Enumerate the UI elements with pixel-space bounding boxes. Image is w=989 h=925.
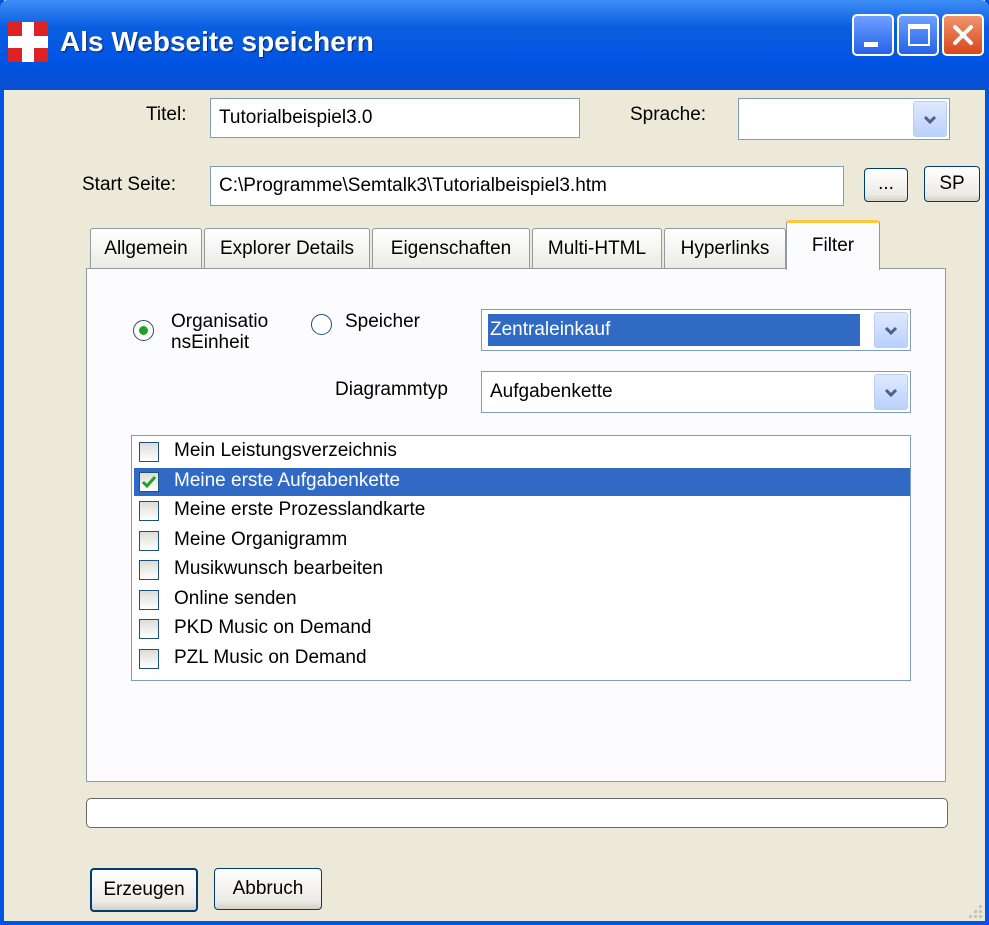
list-item-label: Meine erste Prozesslandkarte	[174, 499, 426, 520]
checkbox[interactable]	[139, 501, 159, 521]
chevron-down-icon	[884, 326, 898, 336]
diagrammtyp-label: Diagrammtyp	[335, 379, 448, 400]
checkbox[interactable]	[139, 560, 159, 580]
checkbox[interactable]	[139, 648, 159, 669]
sprache-label: Sprache:	[630, 104, 707, 125]
minimize-button[interactable]	[852, 14, 894, 56]
list-item[interactable]: PZL Music on Demand	[134, 645, 910, 673]
app-icon	[8, 22, 48, 62]
title-bar[interactable]: Als Webseite speichern	[0, 0, 989, 90]
dialog-window: Als Webseite speichern Titel: Tutorialbe…	[0, 0, 989, 925]
checkbox[interactable]	[139, 619, 159, 639]
organisationseinheit-select[interactable]: Zentraleinkauf	[481, 309, 911, 351]
list-item-label: PZL Music on Demand	[174, 646, 367, 668]
speicher-radio[interactable]	[311, 314, 332, 335]
resize-grip-icon[interactable]	[965, 901, 985, 921]
diagrammtyp-select[interactable]: Aufgabenkette	[481, 371, 911, 413]
unit-dropdown-button[interactable]	[874, 312, 908, 348]
maximize-button[interactable]	[897, 14, 939, 56]
tab-allgemein[interactable]: Allgemein	[90, 228, 202, 268]
sprache-dropdown-button[interactable]	[913, 101, 947, 137]
list-item[interactable]: Mein Leistungsverzeichnis	[134, 438, 910, 466]
list-item-label: Mein Leistungsverzeichnis	[174, 440, 397, 461]
window-title: Als Webseite speichern	[60, 26, 374, 57]
organisationseinheit-radio[interactable]	[133, 320, 154, 341]
diagrammtyp-value: Aufgabenkette	[490, 381, 613, 402]
list-item[interactable]: PKD Music on Demand	[134, 615, 910, 643]
sp-button[interactable]: SP	[924, 166, 980, 202]
tab-hyperlinks[interactable]: Hyperlinks	[664, 228, 786, 268]
checkmark-icon	[141, 475, 157, 488]
sprache-select[interactable]	[738, 98, 950, 140]
abbruch-button[interactable]: Abbruch	[214, 868, 322, 910]
start-seite-label: Start Seite:	[82, 174, 176, 195]
tab-eigenschaften[interactable]: Eigenschaften	[372, 228, 530, 268]
unit-value: Zentraleinkauf	[487, 313, 861, 347]
titel-label: Titel:	[146, 104, 187, 125]
list-item[interactable]: Musikwunsch bearbeiten	[134, 556, 910, 584]
checkbox[interactable]	[139, 442, 159, 462]
progress-bar	[86, 798, 948, 828]
list-item[interactable]: Meine erste Aufgabenkette	[134, 467, 910, 496]
list-item-label: PKD Music on Demand	[174, 617, 372, 638]
minimize-icon	[864, 42, 878, 47]
checkbox[interactable]	[139, 530, 159, 551]
organisationseinheit-label: Organisatio nsEinheit	[171, 311, 269, 353]
list-item[interactable]: Meine erste Prozesslandkarte	[134, 497, 910, 525]
tab-filter[interactable]: Filter	[786, 220, 880, 270]
list-item-label: Meine erste Aufgabenkette	[174, 469, 401, 491]
list-item-label: Online senden	[174, 587, 297, 609]
titel-input[interactable]: Tutorialbeispiel3.0	[210, 98, 580, 138]
diagrammtyp-dropdown-button[interactable]	[874, 374, 908, 410]
speicher-label: Speicher	[345, 311, 420, 332]
browse-button[interactable]: ...	[864, 168, 908, 202]
tab-explorer-details[interactable]: Explorer Details	[204, 228, 370, 268]
maximize-icon	[908, 24, 930, 46]
start-seite-input[interactable]: C:\Programme\Semtalk3\Tutorialbeispiel3.…	[210, 166, 844, 206]
chevron-down-icon	[923, 115, 937, 125]
checkbox-checked[interactable]	[139, 471, 159, 492]
checkbox[interactable]	[139, 589, 159, 610]
erzeugen-button[interactable]: Erzeugen	[90, 868, 198, 912]
tab-multi-html[interactable]: Multi-HTML	[532, 228, 662, 268]
chevron-down-icon	[884, 388, 898, 398]
close-button[interactable]	[942, 14, 984, 56]
diagram-checklist[interactable]: Mein Leistungsverzeichnis Meine erste Auf…	[131, 435, 911, 681]
list-item[interactable]: Meine Organigramm	[134, 527, 910, 555]
list-item-label: Musikwunsch bearbeiten	[174, 558, 384, 579]
list-item[interactable]: Online senden	[134, 586, 910, 614]
list-item-label: Meine Organigramm	[174, 528, 348, 550]
close-icon	[953, 25, 973, 45]
